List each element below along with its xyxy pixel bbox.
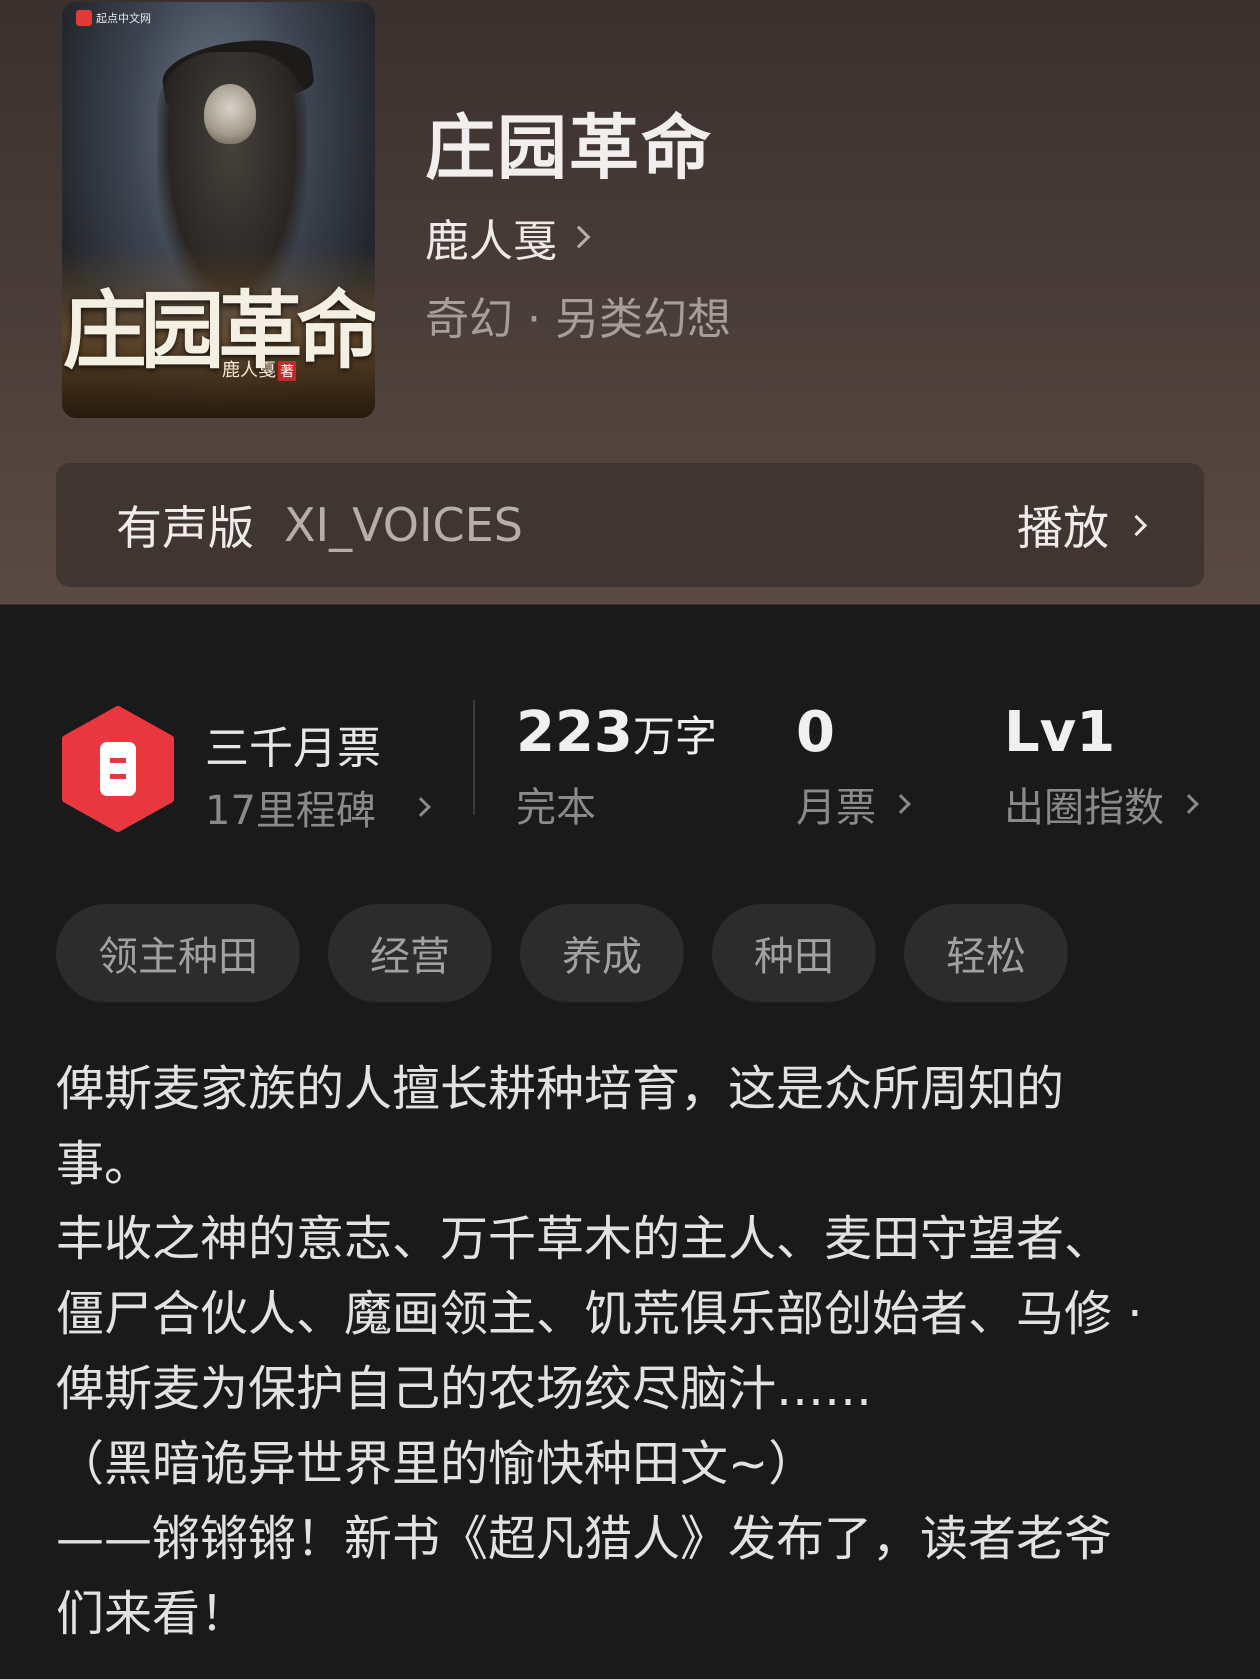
description-line: 俾斯麦为保护自己的农场绞尽脑汁…… bbox=[56, 1361, 873, 1417]
book-genre: 奇幻 · 另类幻想 bbox=[425, 294, 731, 345]
book-detail-page: 起点中文网 庄园革命 鹿人戛著 庄园革命 鹿人戛 奇幻 · 另类幻想 有声版 X… bbox=[0, 0, 1260, 1679]
book-title: 庄园革命 bbox=[425, 106, 713, 189]
publisher-logo-icon bbox=[76, 10, 92, 26]
tag-chip[interactable]: 种田 bbox=[712, 904, 876, 1002]
tag-chip[interactable]: 领主种田 bbox=[56, 904, 300, 1002]
audiobook-label: 有声版 bbox=[116, 501, 254, 555]
book-description[interactable]: 俾斯麦家族的人擅长耕种培育，这是众所周知的 事。 丰收之神的意志、万千草木的主人… bbox=[56, 1052, 1216, 1652]
author-name: 鹿人戛 bbox=[425, 216, 557, 267]
author-link[interactable]: 鹿人戛 bbox=[425, 205, 591, 269]
cover-publisher: 起点中文网 bbox=[76, 10, 151, 26]
tag-list: 领主种田 经营 养成 种田 轻松 bbox=[56, 904, 1068, 1002]
description-line: 们来看！ bbox=[56, 1586, 249, 1642]
tag-chip[interactable]: 养成 bbox=[520, 904, 684, 1002]
divider bbox=[473, 700, 475, 815]
chevron-right-icon bbox=[411, 797, 431, 817]
play-button[interactable]: 播放 bbox=[1017, 492, 1148, 558]
description-line: ——锵锵锵！新书《超凡猎人》发布了，读者老爷 bbox=[56, 1511, 1113, 1567]
tag-chip[interactable]: 轻松 bbox=[904, 904, 1068, 1002]
description-line: 僵尸合伙人、魔画领主、饥荒俱乐部创始者、马修 · bbox=[56, 1286, 1143, 1342]
book-cover[interactable]: 起点中文网 庄园革命 鹿人戛著 bbox=[62, 2, 375, 418]
ticket-badge-icon bbox=[62, 706, 174, 832]
chevron-right-icon bbox=[891, 794, 911, 814]
completion-status: 完本 bbox=[516, 785, 596, 831]
cover-title: 庄园革命 bbox=[62, 281, 375, 380]
popularity-index-stat[interactable]: Lv1 出圈指数 bbox=[1004, 700, 1199, 833]
description-line: 事。 bbox=[56, 1136, 153, 1192]
chevron-right-icon bbox=[567, 225, 591, 249]
cover-author: 鹿人戛著 bbox=[222, 360, 296, 381]
description-line: 俾斯麦家族的人擅长耕种培育，这是众所周知的 bbox=[56, 1061, 1065, 1117]
cover-art-skull bbox=[204, 84, 256, 144]
audiobook-bar[interactable]: 有声版 XI_VOICES 播放 bbox=[56, 463, 1204, 587]
milestone-link[interactable]: 17里程碑 bbox=[205, 778, 431, 836]
chevron-right-icon bbox=[1125, 514, 1148, 536]
description-line: （黑暗诡异世界里的愉快种田文~） bbox=[56, 1436, 817, 1492]
tag-chip[interactable]: 经营 bbox=[328, 904, 492, 1002]
description-line: 丰收之神的意志、万千草木的主人、麦田守望者、 bbox=[56, 1211, 1113, 1267]
audiobook-voice: XI_VOICES bbox=[284, 498, 523, 552]
word-count-stat: 223万字 完本 bbox=[516, 700, 717, 831]
milestone-title: 三千月票 bbox=[205, 723, 381, 774]
chevron-right-icon bbox=[1179, 794, 1199, 814]
monthly-ticket-stat[interactable]: 0 月票 bbox=[796, 700, 911, 833]
